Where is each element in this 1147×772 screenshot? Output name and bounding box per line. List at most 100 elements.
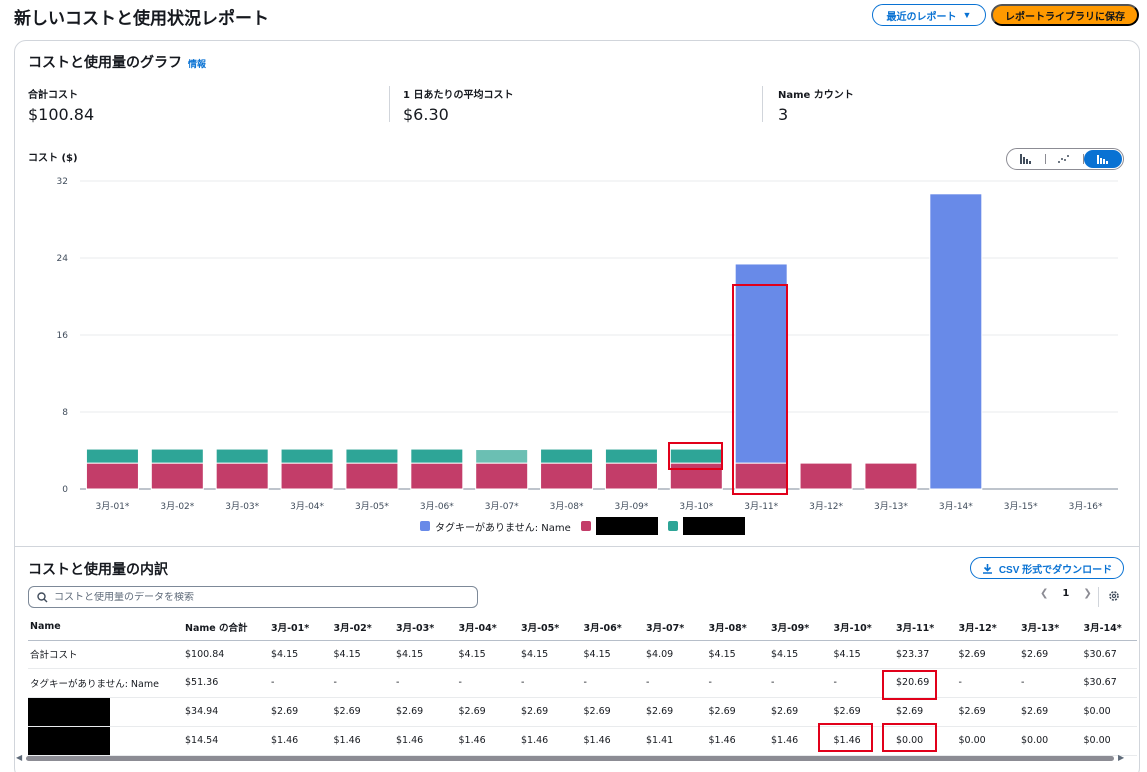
bar-segment[interactable] bbox=[734, 263, 788, 464]
table-cell: $0.00 bbox=[1081, 726, 1137, 756]
bar-segment[interactable] bbox=[215, 462, 269, 490]
legend-item[interactable] bbox=[667, 517, 745, 535]
x-tick-label: 3月-13* bbox=[874, 501, 908, 512]
column-header[interactable]: 3月-01* bbox=[269, 614, 332, 641]
scroll-left-icon[interactable]: ◀ bbox=[16, 753, 22, 762]
chart-type-selector bbox=[1006, 148, 1124, 170]
bar-segment[interactable] bbox=[734, 462, 788, 490]
table-cell: $100.84 bbox=[183, 640, 269, 669]
column-header[interactable]: 3月-08* bbox=[706, 614, 769, 641]
chevron-left-icon[interactable]: ❮ bbox=[1040, 588, 1048, 599]
column-header[interactable]: 3月-10* bbox=[831, 614, 894, 641]
page-number[interactable]: 1 bbox=[1062, 588, 1069, 599]
redacted-label bbox=[595, 517, 658, 535]
bar-segment[interactable] bbox=[410, 462, 464, 490]
table-cell: $2.69 bbox=[1019, 697, 1082, 727]
table-cell: $1.46 bbox=[519, 726, 582, 756]
column-header[interactable]: 3月-12* bbox=[956, 614, 1019, 641]
metric-label: Name カウント bbox=[778, 90, 854, 101]
bar-segment[interactable] bbox=[85, 462, 139, 490]
column-header[interactable]: 3月-02* bbox=[331, 614, 394, 641]
bar-segment[interactable] bbox=[150, 448, 204, 464]
bar-segment[interactable] bbox=[475, 462, 529, 490]
breakdown-title: コストと使用量の内訳 bbox=[28, 562, 168, 578]
table-cell: $34.94 bbox=[183, 697, 269, 727]
recent-reports-button[interactable]: 最近のレポート ▼ bbox=[872, 4, 986, 26]
bar-segment[interactable] bbox=[345, 448, 399, 464]
y-axis-title: コスト ($) bbox=[28, 153, 78, 164]
column-header[interactable]: 3月-06* bbox=[581, 614, 644, 641]
bar-segment[interactable] bbox=[604, 462, 658, 490]
table-cell: $1.46 bbox=[769, 726, 832, 756]
table-cell: - bbox=[769, 668, 832, 698]
redacted-label bbox=[682, 517, 745, 535]
legend-item[interactable]: タグキーがありません: Name bbox=[420, 519, 571, 534]
table-row: $14.54 $1.46 $1.46 $1.46 $1.46 $1.46 $1.46 $1.4… bbox=[28, 726, 1137, 756]
section-divider bbox=[15, 546, 1139, 547]
metric-label: 1 日あたりの平均コスト bbox=[403, 90, 514, 101]
x-tick-label: 3月-02* bbox=[160, 501, 194, 512]
y-tick-label: 16 bbox=[57, 331, 69, 341]
bar-segment[interactable] bbox=[540, 448, 594, 464]
legend-label: タグキーがありません: Name bbox=[435, 522, 571, 534]
table-cell: $4.15 bbox=[519, 640, 582, 669]
table-cell: $4.15 bbox=[706, 640, 769, 669]
search-icon bbox=[37, 591, 48, 602]
caret-down-icon: ▼ bbox=[962, 10, 972, 20]
column-header[interactable]: 3月-03* bbox=[394, 614, 457, 641]
column-header[interactable]: 3月-11* bbox=[894, 614, 957, 641]
bar-segment[interactable] bbox=[669, 462, 723, 490]
column-header[interactable]: 3月-04* bbox=[456, 614, 519, 641]
table-cell: $4.15 bbox=[581, 640, 644, 669]
recent-reports-label: 最近のレポート bbox=[886, 11, 957, 23]
chevron-right-icon[interactable]: ❯ bbox=[1083, 588, 1091, 599]
metric-name-count: Name カウント 3 bbox=[778, 86, 854, 124]
bar-segment[interactable] bbox=[410, 448, 464, 464]
gear-icon[interactable] bbox=[1108, 590, 1120, 602]
bar-segment[interactable] bbox=[475, 449, 529, 464]
bar-segment[interactable] bbox=[669, 448, 723, 464]
bar-chart-icon[interactable] bbox=[1007, 150, 1045, 168]
redacted-name-cell bbox=[28, 697, 183, 727]
column-header[interactable]: 3月-13* bbox=[1019, 614, 1082, 641]
scroll-thumb[interactable] bbox=[26, 756, 1114, 761]
bar-segment[interactable] bbox=[345, 462, 399, 490]
bar-segment[interactable] bbox=[799, 462, 853, 490]
stacked-bar-chart-icon[interactable] bbox=[1084, 150, 1122, 168]
legend-item[interactable] bbox=[580, 517, 658, 535]
scroll-right-icon[interactable]: ▶ bbox=[1118, 753, 1124, 762]
column-header[interactable]: 3月-14* bbox=[1081, 614, 1137, 641]
bar-segment[interactable] bbox=[604, 448, 658, 464]
save-to-library-button[interactable]: レポートライブラリに保存 bbox=[991, 4, 1139, 26]
line-chart-icon[interactable] bbox=[1046, 150, 1084, 168]
csv-download-label: CSV 形式でダウンロード bbox=[998, 564, 1113, 576]
column-header[interactable]: Name bbox=[28, 614, 183, 641]
column-header[interactable]: Name の合計 bbox=[183, 614, 269, 641]
table-cell: $51.36 bbox=[183, 668, 269, 698]
column-header[interactable]: 3月-09* bbox=[769, 614, 832, 641]
table-cell: - bbox=[831, 668, 894, 698]
bar-segment[interactable] bbox=[150, 462, 204, 490]
table-cell: $4.15 bbox=[769, 640, 832, 669]
bar-segment[interactable] bbox=[85, 448, 139, 464]
info-link[interactable]: 情報 bbox=[188, 60, 206, 70]
bar-segment[interactable] bbox=[280, 462, 334, 490]
table-cell: $2.69 bbox=[956, 697, 1019, 727]
bar-segment[interactable] bbox=[215, 448, 269, 464]
csv-download-button[interactable]: CSV 形式でダウンロード bbox=[970, 557, 1124, 579]
column-header[interactable]: 3月-05* bbox=[519, 614, 582, 641]
bar-segment[interactable] bbox=[864, 462, 918, 490]
legend-swatch bbox=[420, 521, 430, 531]
table-cell: - bbox=[331, 668, 394, 698]
bar-segment[interactable] bbox=[280, 448, 334, 464]
row-name: タグキーがありません: Name bbox=[28, 668, 183, 698]
bar-segment[interactable] bbox=[540, 462, 594, 490]
metric-value: $6.30 bbox=[403, 105, 449, 124]
column-header[interactable]: 3月-07* bbox=[644, 614, 707, 641]
search-input[interactable] bbox=[54, 591, 454, 603]
table-cell: - bbox=[644, 668, 707, 698]
metric-label: 合計コスト bbox=[28, 90, 78, 101]
x-tick-label: 3月-04* bbox=[290, 501, 324, 512]
horizontal-scrollbar[interactable]: ◀ ▶ bbox=[14, 753, 1126, 762]
bar-segment[interactable] bbox=[929, 193, 983, 490]
